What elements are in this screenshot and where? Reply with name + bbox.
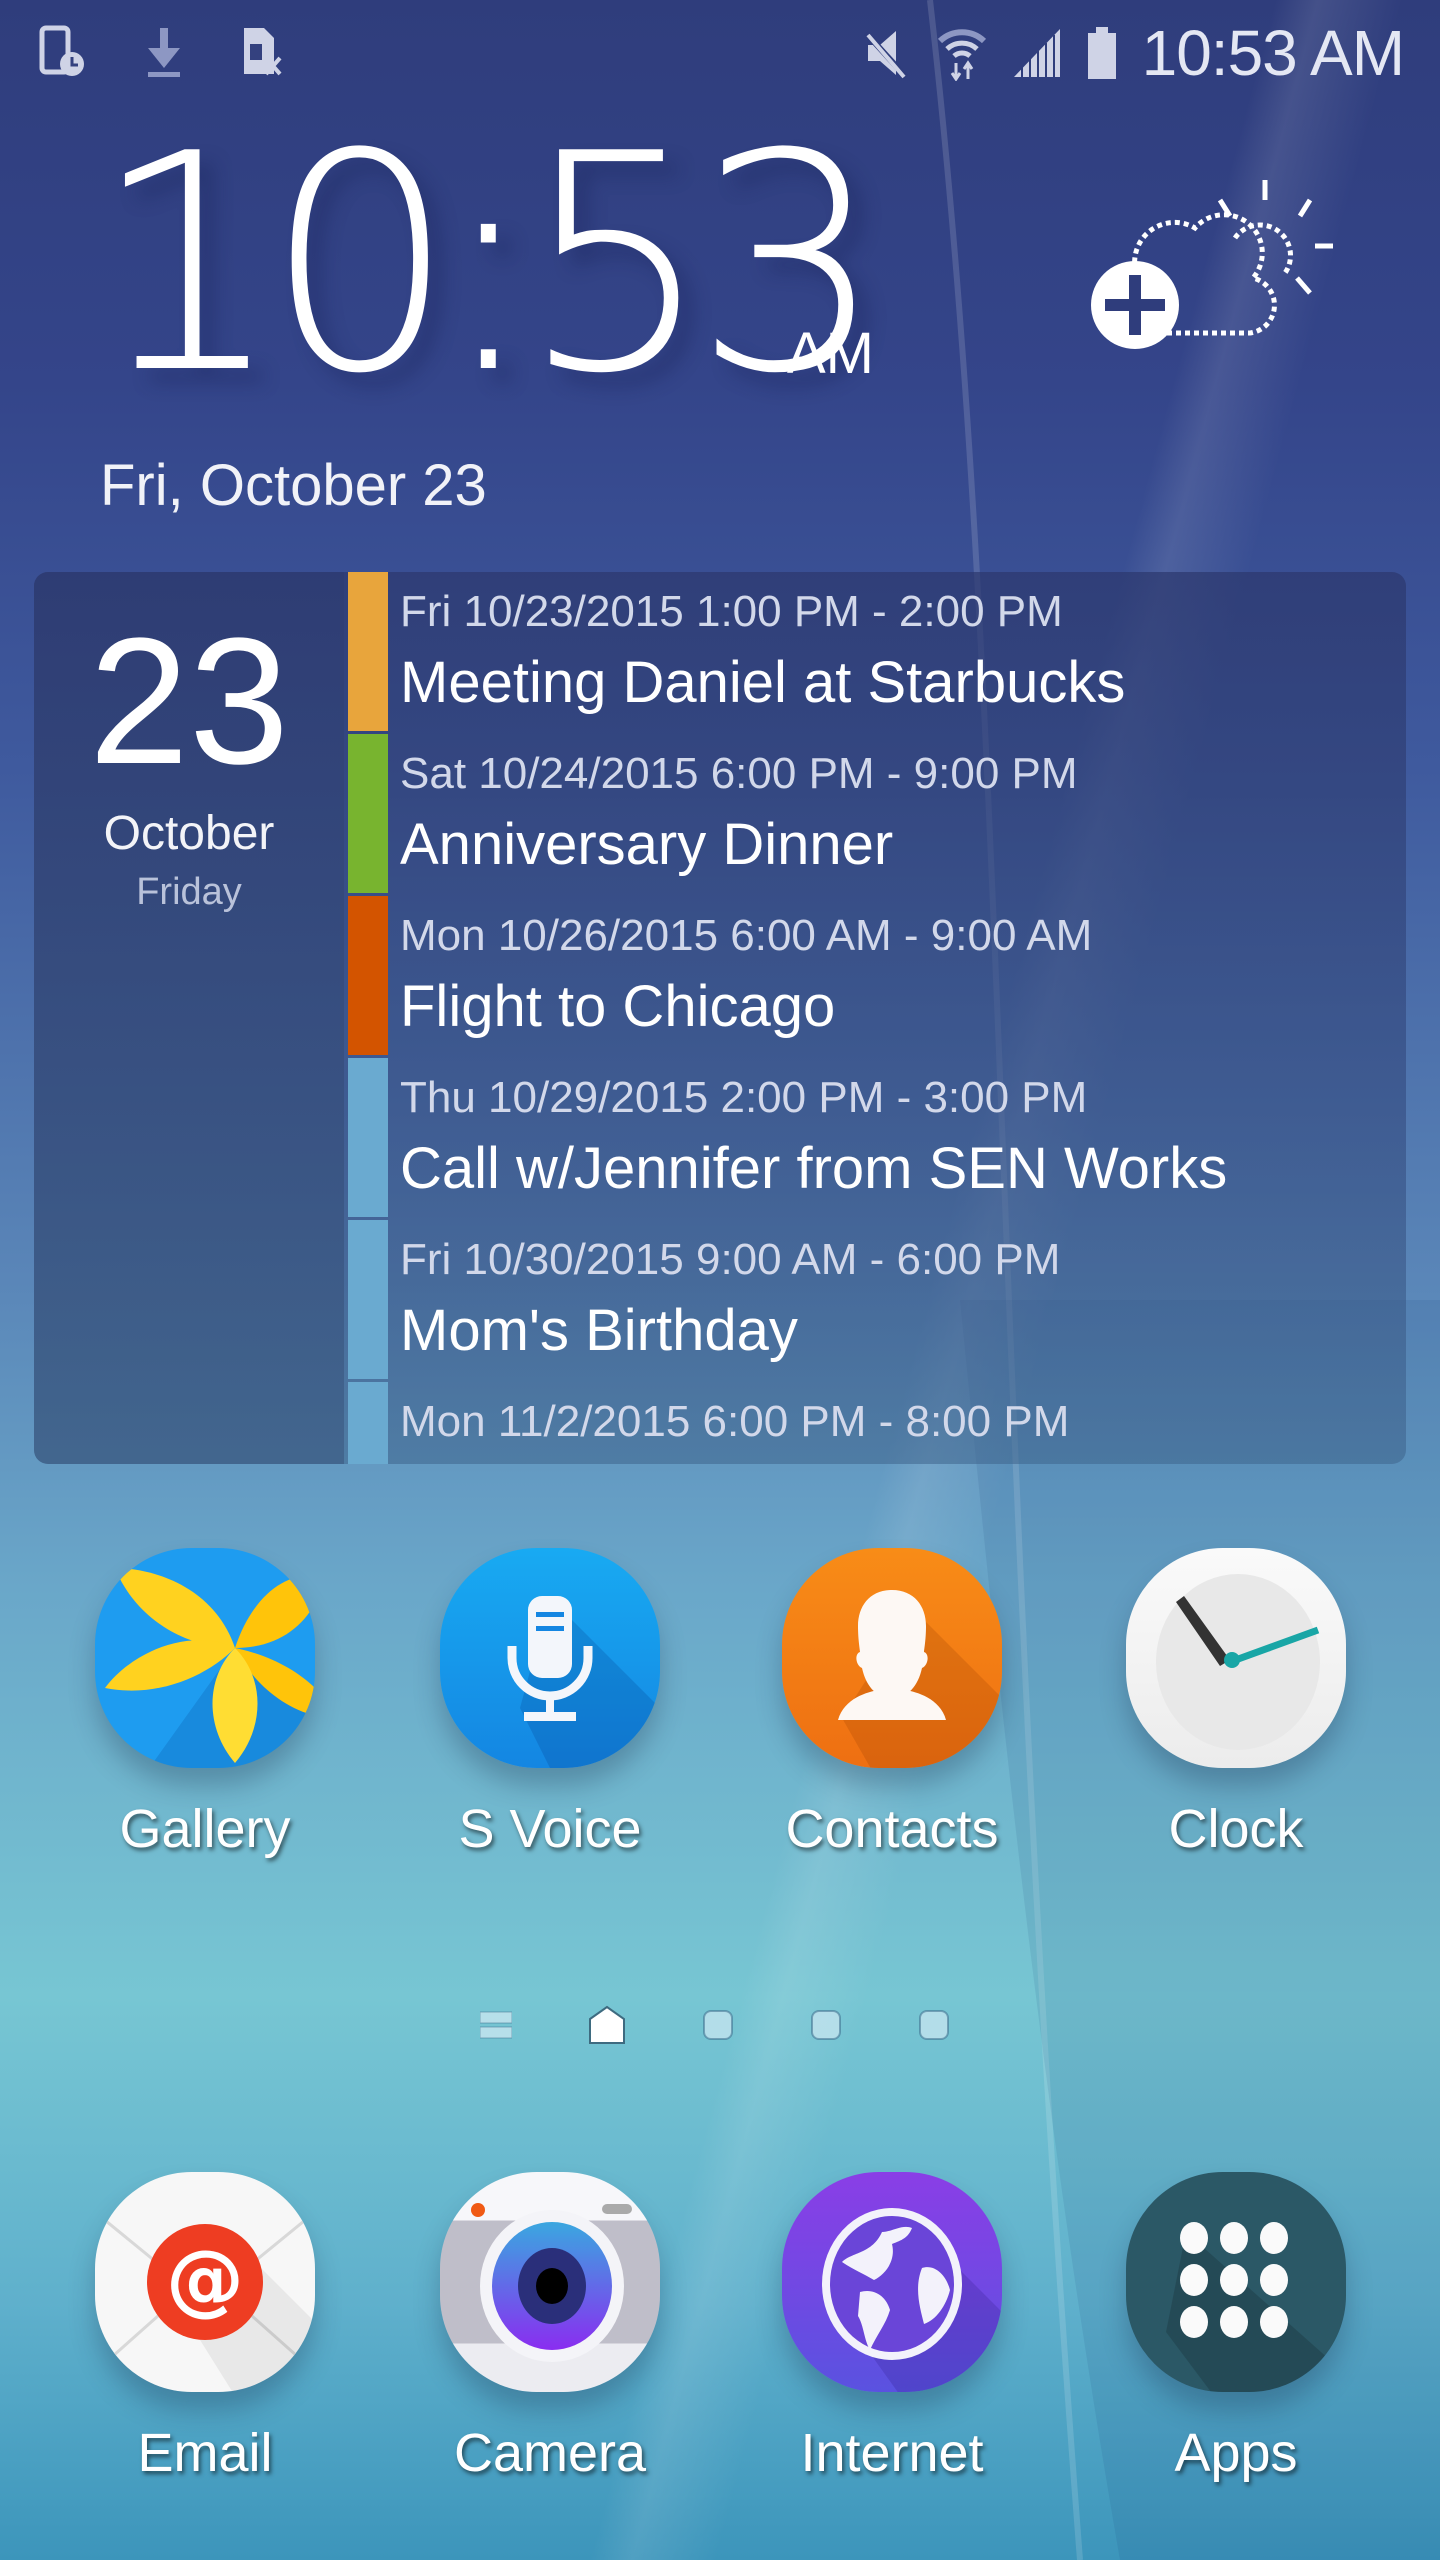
event-color-bar [348,1382,388,1464]
globe-icon [782,2172,1002,2392]
menu-page-icon[interactable] [479,2009,513,2041]
email-icon: @ [95,2172,315,2392]
wifi-icon [936,25,988,82]
calendar-day-number: 23 [88,601,290,802]
status-time: 10:53 AM [1141,17,1405,89]
app-label: Gallery [119,1799,291,1859]
app-label: Apps [1174,2423,1298,2483]
page-dot-icon[interactable] [918,2009,950,2041]
app-s-voice[interactable]: S Voice [400,1548,700,1860]
no-sim-icon [238,24,290,80]
home-page-icon[interactable] [588,2005,626,2045]
clock-icon [1126,1548,1346,1768]
app-label: Internet [800,2423,984,2483]
signal-icon [1010,25,1062,81]
app-label: Email [137,2423,273,2483]
app-gallery[interactable]: Gallery [55,1548,355,1860]
event-color-bar [348,1058,388,1217]
event-title: Flight to Chicago [400,974,836,1039]
date-label[interactable]: Fri, October 23 [100,452,487,519]
clock-ampm: AM [787,321,874,386]
event-item[interactable]: Fri 10/30/2015 9:00 AM - 6:00 PM Mom's B… [400,1220,1390,1382]
event-time: Fri 10/23/2015 1:00 PM - 2:00 PM [400,587,1063,636]
calendar-widget[interactable]: 23 October Friday Fri 10/23/2015 1:00 PM… [34,572,1406,1464]
dock: @ Email Camera Internet Apps [0,2172,1440,2492]
app-internet[interactable]: Internet [742,2172,1042,2484]
clock-widget[interactable]: 10:53 AM [92,90,885,439]
event-item[interactable]: Sat 10/24/2015 6:00 PM - 9:00 PM Anniver… [400,734,1390,896]
event-time: Mon 10/26/2015 6:00 AM - 9:00 AM [400,911,1093,960]
event-item[interactable]: Mon 11/2/2015 6:00 PM - 8:00 PM [400,1382,1390,1464]
app-email[interactable]: @ Email [55,2172,355,2484]
event-color-bar [348,572,388,731]
event-title: Meeting Daniel at Starbucks [400,650,1126,715]
gallery-icon [95,1548,315,1768]
calendar-weekday: Friday [136,871,242,913]
add-weather-partly-cloudy-icon [1091,180,1333,349]
calendar-month: October [103,807,275,860]
app-label: Clock [1168,1799,1304,1859]
event-title: Call w/Jennifer from SEN Works [400,1136,1228,1201]
event-item[interactable]: Thu 10/29/2015 2:00 PM - 3:00 PM Call w/… [400,1058,1390,1220]
page-indicator[interactable] [479,2005,950,2045]
event-item[interactable]: Mon 10/26/2015 6:00 AM - 9:00 AM Flight … [400,896,1390,1058]
event-color-bar [348,896,388,1055]
mute-icon [862,25,914,81]
event-title: Mom's Birthday [400,1298,798,1363]
app-label: Camera [453,2423,647,2483]
event-color-bar [348,1220,388,1379]
add-weather-button[interactable] [1085,178,1335,358]
event-time: Sat 10/24/2015 6:00 PM - 9:00 PM [400,749,1078,798]
event-color-bar [348,734,388,893]
event-title: Anniversary Dinner [400,812,894,877]
camera-icon [440,2172,660,2392]
home-apps-row: Gallery S Voice Contacts Clock [0,1548,1440,1868]
battery-icon [1084,25,1120,81]
page-dot-icon[interactable] [810,2009,842,2041]
apps-grid-icon [1126,2172,1346,2392]
event-item[interactable]: Fri 10/23/2015 1:00 PM - 2:00 PM Meeting… [400,572,1390,734]
svg-text:@: @ [166,2235,244,2325]
microphone-icon [440,1548,660,1768]
clock-time: 10:53 [92,90,885,439]
app-label: Contacts [785,1799,999,1859]
app-contacts[interactable]: Contacts [742,1548,1042,1860]
calendar-today-panel[interactable]: 23 October Friday [34,572,344,1464]
app-label: S Voice [458,1799,642,1859]
event-time: Mon 11/2/2015 6:00 PM - 8:00 PM [400,1397,1070,1446]
app-drawer-button[interactable]: Apps [1086,2172,1386,2484]
event-color-bars [348,572,388,1464]
app-clock[interactable]: Clock [1086,1548,1386,1860]
event-time: Thu 10/29/2015 2:00 PM - 3:00 PM [400,1073,1088,1122]
event-time: Fri 10/30/2015 9:00 AM - 6:00 PM [400,1235,1061,1284]
download-icon [138,24,190,80]
contact-person-icon [782,1548,1002,1768]
event-list[interactable]: Fri 10/23/2015 1:00 PM - 2:00 PM Meeting… [400,572,1390,1464]
page-dot-icon[interactable] [702,2009,734,2041]
screen-timer-icon [38,24,90,80]
app-camera[interactable]: Camera [400,2172,700,2484]
